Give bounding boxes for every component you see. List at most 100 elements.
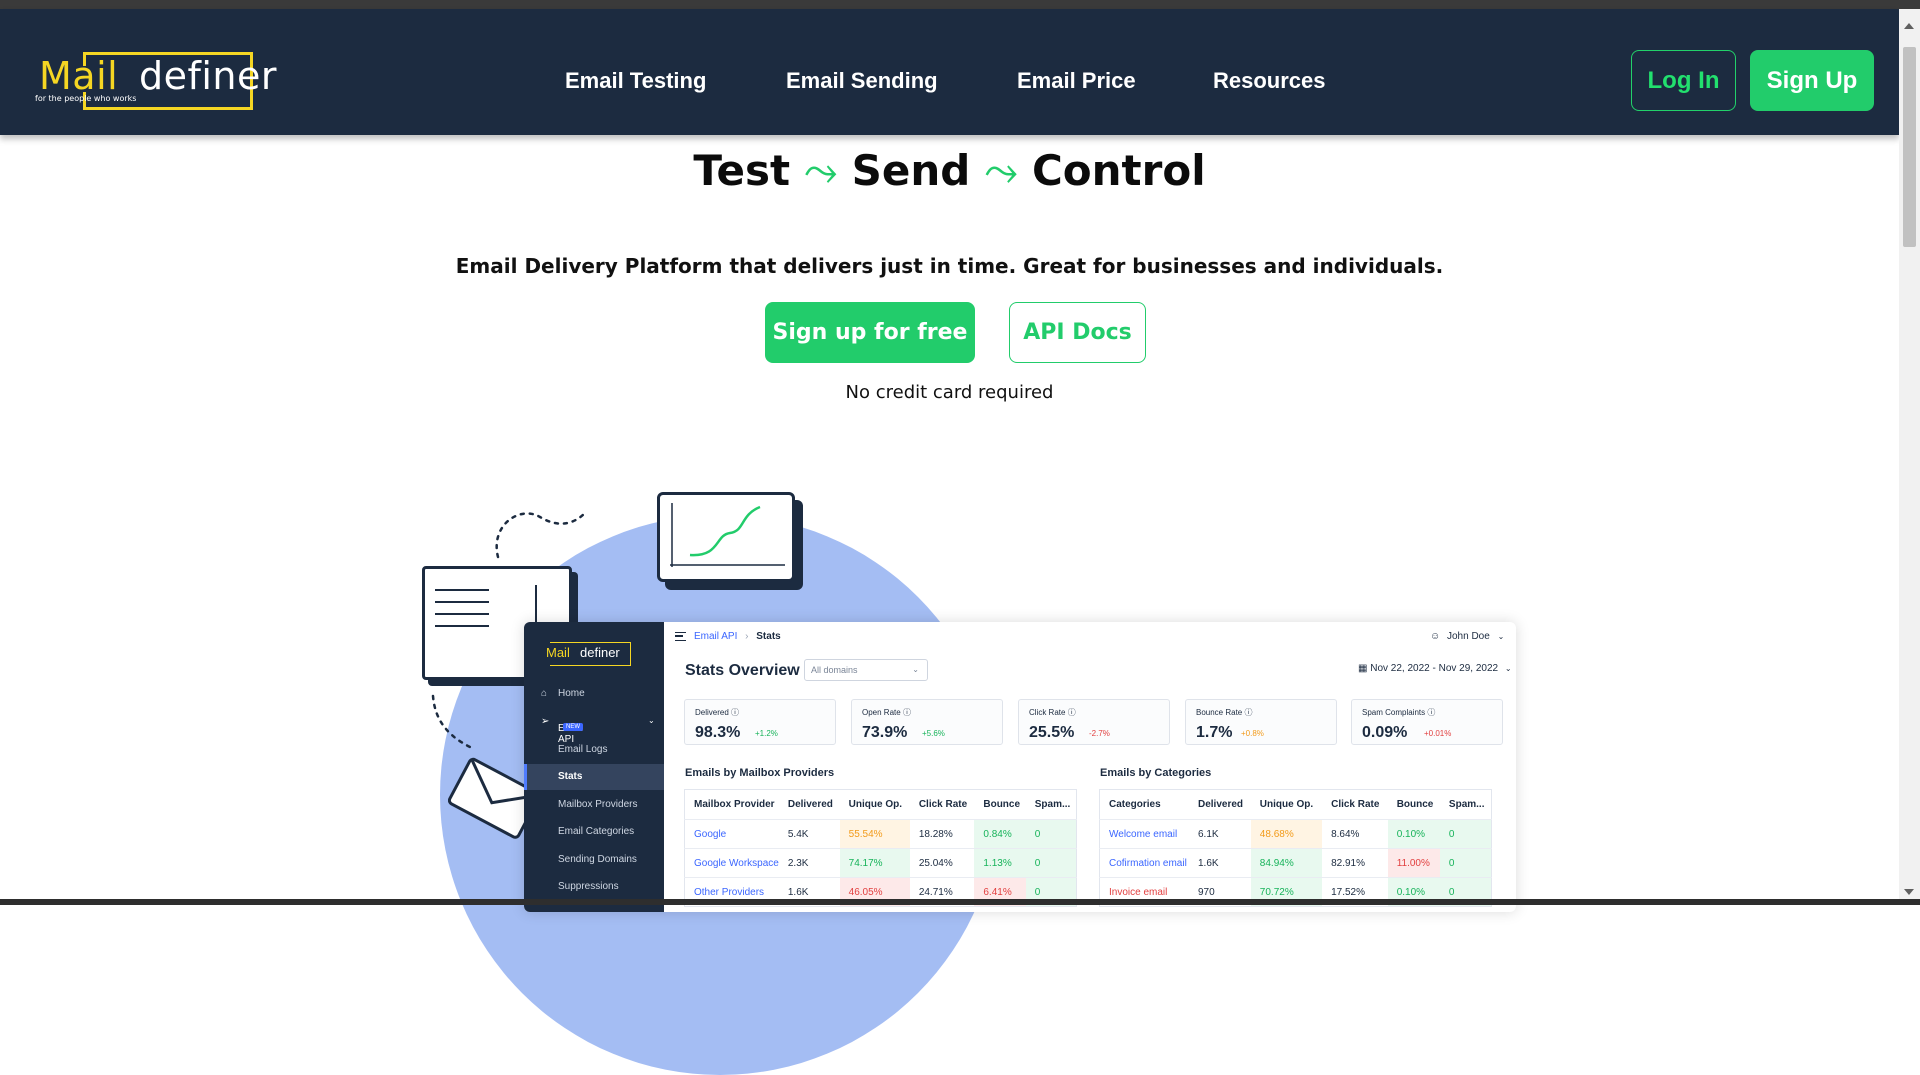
domain-select-value: All domains: [811, 665, 858, 675]
hero-word-send: Send: [851, 146, 971, 195]
column-header: Delivered: [778, 789, 840, 820]
sidebar-item-email-logs[interactable]: Email Logs: [524, 737, 664, 763]
sidebar-item-label: Email Logs: [558, 744, 608, 755]
stat-value: 25.5%: [1029, 724, 1075, 741]
cell: 0: [1439, 819, 1492, 849]
column-header: Spam...: [1025, 789, 1077, 820]
sidebar-item-suppressions[interactable]: Suppressions: [524, 874, 664, 900]
stat-value: 73.9%: [862, 724, 908, 741]
cell: 6.1K: [1189, 819, 1251, 849]
stat-label: Bounce Rate ⓘ: [1196, 708, 1253, 717]
table-row[interactable]: Google 5.4K 55.54% 18.28% 0.84% 0: [684, 819, 1077, 849]
hero-subtitle: Email Delivery Platform that delivers ju…: [455, 254, 1444, 278]
cell: 48.68%: [1250, 819, 1323, 849]
stat-label: Delivered ⓘ: [695, 708, 740, 717]
dashboard-logo-mail: Mail: [546, 645, 570, 660]
help-icon: ⓘ: [1427, 708, 1436, 717]
user-menu[interactable]: ☺ John Doe ⌄: [1430, 631, 1504, 642]
scroll-up-icon[interactable]: [1904, 23, 1914, 29]
sidebar-item-email-categories[interactable]: Email Categories: [524, 819, 664, 845]
menu-icon[interactable]: [675, 632, 686, 641]
cell: 8.64%: [1322, 819, 1388, 849]
sidebar-item-mailbox-providers[interactable]: Mailbox Providers: [524, 792, 664, 818]
cell: 0: [1439, 848, 1492, 878]
chevron-down-icon: ⌄: [1497, 632, 1505, 641]
cell: 2.3K: [778, 848, 840, 878]
vertical-scrollbar[interactable]: [1899, 9, 1920, 899]
stat-value: 1.7%: [1196, 724, 1233, 741]
table-header-row: Categories Delivered Unique Op. Click Ra…: [1099, 789, 1492, 820]
no-credit-card-note: No credit card required: [845, 382, 1054, 403]
sidebar-item-home[interactable]: ⌂ Home: [524, 681, 664, 707]
send-icon: ➢: [541, 716, 550, 727]
category-name: Welcome email: [1099, 819, 1189, 849]
dotted-path-doodle-2: [431, 694, 472, 749]
logo-tagline: for the people who works: [35, 94, 137, 103]
cell: 74.17%: [839, 848, 910, 878]
nav-email-testing[interactable]: Email Testing: [565, 68, 706, 94]
calendar-icon: ▦: [1358, 663, 1371, 674]
table-row[interactable]: Google Workspace 2.3K 74.17% 25.04% 1.13…: [684, 848, 1077, 878]
providers-table: Mailbox Provider Delivered Unique Op. Cl…: [684, 789, 1077, 907]
stat-card-spam-complaints: Spam Complaints ⓘ 0.09% +0.01%: [1351, 699, 1503, 745]
cell: 5.4K: [778, 819, 840, 849]
sidebar-item-label: Mailbox Providers: [558, 799, 638, 810]
stat-card-bounce-rate: Bounce Rate ⓘ 1.7% +0.8%: [1185, 699, 1337, 745]
scrollbar-thumb[interactable]: [1903, 47, 1916, 247]
scroll-down-icon[interactable]: [1904, 889, 1914, 895]
sidebar-item-label: Suppressions: [558, 881, 619, 892]
chevron-down-icon: ⌄: [912, 665, 919, 674]
sidebar-item-stats[interactable]: Stats: [524, 764, 664, 790]
help-icon: ⓘ: [902, 708, 911, 717]
stat-delta: +1.2%: [755, 729, 778, 738]
dotted-path-doodle: [495, 511, 587, 559]
column-header: Mailbox Provider: [684, 789, 779, 820]
maildefiner-logo[interactable]: Mail definer for the people who works: [33, 42, 277, 110]
site-header: Mail definer for the people who works Em…: [0, 9, 1899, 135]
cell: 0: [1025, 848, 1077, 878]
nav-email-sending[interactable]: Email Sending: [786, 68, 938, 94]
cell: 18.28%: [909, 819, 975, 849]
window-bottom-bar: [0, 899, 1920, 905]
cell: 0: [1025, 819, 1077, 849]
cell: 55.54%: [839, 819, 910, 849]
logo-word-mail: Mail: [39, 54, 119, 98]
column-header: Delivered: [1189, 789, 1251, 820]
sidebar-item-email-api[interactable]: ➢ Email APINEW ⌄: [524, 709, 664, 745]
signup-free-button[interactable]: Sign up for free: [765, 302, 975, 363]
breadcrumb: Email API › Stats: [694, 631, 781, 642]
table-header-row: Mailbox Provider Delivered Unique Op. Cl…: [684, 789, 1077, 820]
stat-card-delivered: Delivered ⓘ 98.3% +1.2%: [684, 699, 836, 745]
stat-label: Click Rate ⓘ: [1029, 708, 1076, 717]
window-top-bar: [0, 0, 1920, 9]
cell: 1.6K: [1189, 848, 1251, 878]
sidebar-item-sending-domains[interactable]: Sending Domains: [524, 847, 664, 873]
provider-name: Google: [684, 819, 779, 849]
category-name: Cofirmation email: [1099, 848, 1189, 878]
cell: 82.91%: [1322, 848, 1388, 878]
table-row[interactable]: Cofirmation email 1.6K 84.94% 82.91% 11.…: [1099, 848, 1492, 878]
cell: 0.84%: [974, 819, 1026, 849]
api-docs-button[interactable]: API Docs: [1009, 302, 1146, 363]
nav-resources[interactable]: Resources: [1213, 68, 1326, 94]
dashboard-preview: Mail definer ⌂ Home ➢ Email APINEW ⌄ Ema…: [524, 622, 1516, 912]
stat-card-open-rate: Open Rate ⓘ 73.9% +5.6%: [851, 699, 1003, 745]
help-icon: ⓘ: [1244, 708, 1253, 717]
hero-word-control: Control: [1031, 146, 1206, 195]
signup-button[interactable]: Sign Up: [1750, 50, 1874, 111]
login-button[interactable]: Log In: [1631, 50, 1736, 111]
chart-card-illustration: [657, 492, 795, 582]
date-range-picker[interactable]: ▦ Nov 22, 2022 - Nov 29, 2022 ⌄: [1358, 663, 1512, 674]
logo-word-definer: definer: [139, 54, 278, 98]
column-header: Bounce: [1387, 789, 1440, 820]
dashboard-logo-definer: definer: [580, 645, 620, 660]
breadcrumb-parent[interactable]: Email API: [694, 631, 737, 642]
nav-email-price[interactable]: Email Price: [1017, 68, 1136, 94]
provider-name: Google Workspace: [684, 848, 779, 878]
arrow-icon: ⤳: [984, 146, 1018, 195]
categories-table: Categories Delivered Unique Op. Click Ra…: [1099, 789, 1492, 907]
sidebar-item-label: Email Categories: [558, 826, 635, 837]
help-icon: ⓘ: [731, 708, 740, 717]
table-row[interactable]: Welcome email 6.1K 48.68% 8.64% 0.10% 0: [1099, 819, 1492, 849]
domain-select[interactable]: All domains ⌄: [804, 659, 928, 681]
